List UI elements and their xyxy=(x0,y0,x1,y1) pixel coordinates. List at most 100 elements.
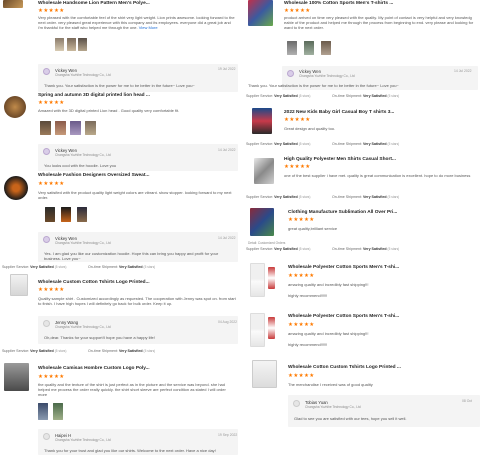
review-photo[interactable] xyxy=(55,38,64,51)
product-title[interactable]: Wholesale Fashion Designers Oversized Sw… xyxy=(38,173,149,179)
product-title[interactable]: Wholesale Cotton Custom Tshirts Logo Pri… xyxy=(288,365,401,371)
seller-company: Changsha Yuzhihe Technology Co., Ltd xyxy=(55,73,111,77)
seller-company: Changsha Yuzhihe Technology Co., Ltd xyxy=(299,74,355,78)
review-photo[interactable] xyxy=(70,121,81,135)
review-photo[interactable] xyxy=(55,121,66,135)
review-photo[interactable] xyxy=(38,403,48,420)
seller-reply: Vickey Wen Changsha Yuzhihe Technology C… xyxy=(248,66,478,90)
product-thumbnail[interactable] xyxy=(254,158,274,184)
reply-date: 14 Jul 2022 xyxy=(218,148,236,152)
seller-reply: Vickey Wen Changsha Yuzhihe Technology C… xyxy=(38,64,238,92)
review-text: the quality and the texture of the shirt… xyxy=(38,382,226,398)
supplier-service-rating: Supplier Service: Very Satisfied (5 star… xyxy=(246,142,311,146)
product-thumbnail[interactable] xyxy=(4,96,26,118)
supplier-service-rating: Supplier Service: Very Satisfied (5 star… xyxy=(246,195,311,199)
reply-text: Thank you. Your satisfaction is the powe… xyxy=(44,83,195,88)
review-photo[interactable] xyxy=(321,41,331,55)
review-photo[interactable] xyxy=(85,121,96,135)
product-thumbnail[interactable] xyxy=(252,108,272,134)
supplier-service-rating: Supplier Service: Very Satisfied (5 star… xyxy=(246,247,311,251)
review-text: amazing quality and incredibly fast ship… xyxy=(288,331,369,336)
review-photo[interactable] xyxy=(40,121,51,135)
product-thumbnail[interactable] xyxy=(250,263,265,297)
review-photos xyxy=(40,121,96,135)
product-thumbnail[interactable] xyxy=(248,0,273,26)
rating-stars: ★★★★★ xyxy=(38,100,65,106)
seller-avatar xyxy=(43,236,50,243)
product-title[interactable]: Wholesale Custom Cotton Tshirts Logo Pri… xyxy=(38,280,150,286)
review-text: Very pleased with the comfortable feel o… xyxy=(38,15,235,31)
product-title[interactable]: Wholesale Polyester Cotton Sports Men's … xyxy=(288,265,399,271)
reply-text: Glad to see you are satisfied with our t… xyxy=(294,416,407,421)
review-text: highly recommend!!!!!! xyxy=(288,342,328,347)
rating-stars: ★★★★★ xyxy=(288,322,315,328)
seller-reply: Vickey Wen Changsha Yuzhihe Technology C… xyxy=(38,232,238,262)
product-title[interactable]: Clothing Manufacture Sublimation All Ove… xyxy=(288,210,397,216)
product-thumbnail[interactable] xyxy=(252,360,277,388)
review-photo[interactable] xyxy=(61,207,71,222)
seller-reply: Haipei H Changsha Yuzhihe Technology Co.… xyxy=(38,429,238,455)
review-photos xyxy=(287,41,331,55)
reply-date: 14 Jul 2022 xyxy=(218,236,236,240)
rating-stars: ★★★★★ xyxy=(38,287,65,293)
reply-date: 04 Aug 2022 xyxy=(218,320,238,324)
product-title[interactable]: Wholesale 100% Cotton Sports Men's T-shi… xyxy=(284,1,393,7)
seller-reply: Jenny Wang Changsha Yuzhihe Technology C… xyxy=(38,316,238,344)
review-photo[interactable] xyxy=(287,41,297,55)
reply-text: Thank you for your trust and glad you li… xyxy=(44,448,216,453)
product-title[interactable]: Spring and autumn 3D digital printed lio… xyxy=(38,93,150,99)
reply-text: Oh,dear. Thanks for your support!I hope … xyxy=(44,335,155,340)
review-text: great quality,brilliant service xyxy=(288,226,338,231)
product-title[interactable]: 2022 New Kids Baby Girl Casual Boy T shi… xyxy=(284,110,394,116)
seller-reply: Tobias Yuan Changsha Yuzhihe Technology … xyxy=(288,395,480,427)
on-time-shipment-rating: On-time Shipment: Very Satisfied (5 star… xyxy=(332,247,400,251)
seller-company: Changsha Yuzhihe Technology Co., Ltd xyxy=(305,405,361,409)
product-thumbnail[interactable] xyxy=(4,363,29,391)
seller-company: Changsha Yuzhihe Technology Co., Ltd xyxy=(55,438,111,442)
view-more-link[interactable]: View More xyxy=(139,25,158,30)
reply-date: 08 Oct xyxy=(462,399,472,403)
seller-avatar xyxy=(287,70,294,77)
product-title[interactable]: Wholesale Polyester Cotton Sports Men's … xyxy=(288,314,399,320)
review-text: Great design and quality too. xyxy=(284,126,336,131)
product-title[interactable]: Wholesale Handsome Lion Pattern Men's Po… xyxy=(38,1,150,7)
seller-avatar xyxy=(43,320,50,327)
review-photos xyxy=(38,403,63,420)
seller-avatar xyxy=(43,433,50,440)
review-photo[interactable] xyxy=(77,207,87,222)
product-thumbnail-accent xyxy=(268,267,275,289)
seller-reply: Vickey Wen Changsha Yuzhihe Technology C… xyxy=(38,144,238,171)
on-time-shipment-rating: On-time Shipment: Very Satisfied (5 star… xyxy=(332,94,400,98)
review-photo[interactable] xyxy=(78,38,87,51)
reviews-column-right: Wholesale 100% Cotton Sports Men's T-shi… xyxy=(242,0,480,455)
order-note: Detail: Customized Orders xyxy=(248,241,286,245)
rating-stars: ★★★★★ xyxy=(288,373,315,379)
reviews-page: Wholesale Handsome Lion Pattern Men's Po… xyxy=(0,0,480,455)
product-title[interactable]: High Quality Polyester Men Shirts Casual… xyxy=(284,157,396,163)
product-thumbnail[interactable] xyxy=(250,313,265,347)
reply-text: Yes. I am glad you like our customizatio… xyxy=(44,251,219,262)
seller-avatar xyxy=(293,400,300,407)
review-photo[interactable] xyxy=(53,403,63,420)
review-photo[interactable] xyxy=(45,207,55,222)
review-photo[interactable] xyxy=(66,38,76,51)
review-text: amazing quality and incredibly fast ship… xyxy=(288,282,369,287)
review-text: The merchandise I received was of good q… xyxy=(288,382,373,387)
rating-stars: ★★★★★ xyxy=(288,217,315,223)
rating-stars: ★★★★★ xyxy=(38,374,65,380)
product-thumbnail[interactable] xyxy=(10,274,28,296)
supplier-service-rating: Supplier Service: Very Satisfied (5 star… xyxy=(2,349,67,353)
reviews-column-left: Wholesale Handsome Lion Pattern Men's Po… xyxy=(0,0,238,455)
rating-stars: ★★★★★ xyxy=(38,8,65,14)
review-photos xyxy=(45,207,87,222)
product-title[interactable]: Wholesale Camisas Hombre Custom Logo Pol… xyxy=(38,366,150,372)
seller-avatar xyxy=(43,148,50,155)
reply-date: 19 Jul 2022 xyxy=(218,67,236,71)
review-photo[interactable] xyxy=(304,41,314,55)
product-thumbnail[interactable] xyxy=(4,176,28,200)
rating-stars: ★★★★★ xyxy=(284,164,311,170)
product-thumbnail[interactable] xyxy=(250,208,274,236)
on-time-shipment-rating: On-time Shipment: Very Satisfied (5 star… xyxy=(332,195,400,199)
reply-text: You looks cool with the hoodie. Love you xyxy=(44,163,117,168)
product-thumbnail[interactable] xyxy=(3,0,23,8)
